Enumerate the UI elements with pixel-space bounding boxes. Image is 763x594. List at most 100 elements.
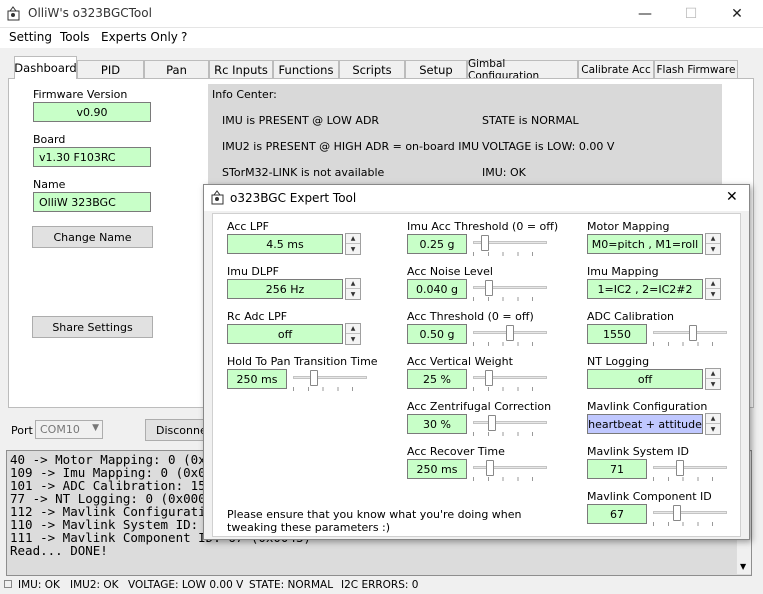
value-slider[interactable] bbox=[471, 369, 549, 391]
param-value[interactable]: 25 % bbox=[407, 369, 467, 389]
slider-thumb[interactable] bbox=[480, 235, 489, 251]
dialog-title-bar: o323BGC Expert Tool ✕ bbox=[204, 185, 749, 211]
menu-setting[interactable]: Setting bbox=[9, 30, 52, 44]
param-label: Mavlink Component ID bbox=[587, 490, 712, 503]
tab-functions[interactable]: Functions bbox=[273, 60, 339, 79]
status-state: STATE: NORMAL bbox=[249, 579, 334, 591]
tab-gimbal-configuration[interactable]: Gimbal Configuration bbox=[467, 58, 578, 82]
value-slider[interactable] bbox=[651, 459, 729, 481]
param-label: NT Logging bbox=[587, 355, 650, 368]
spin-down-icon[interactable]: ▼ bbox=[706, 289, 720, 299]
tab-pid[interactable]: PID bbox=[77, 60, 144, 79]
spin-down-icon[interactable]: ▼ bbox=[706, 379, 720, 389]
param-value[interactable]: 67 bbox=[587, 504, 647, 524]
spin-buttons[interactable]: ▲ ▼ bbox=[345, 323, 361, 345]
value-slider[interactable] bbox=[471, 234, 549, 256]
tab-setup[interactable]: Setup bbox=[405, 60, 467, 79]
console-line: Read... DONE! bbox=[10, 543, 108, 558]
tab-rc-inputs[interactable]: Rc Inputs bbox=[209, 60, 273, 79]
spin-buttons[interactable]: ▲ ▼ bbox=[345, 278, 361, 300]
spin-down-icon[interactable]: ▼ bbox=[706, 244, 720, 254]
slider-thumb[interactable] bbox=[487, 415, 496, 431]
slider-thumb[interactable] bbox=[689, 325, 698, 341]
param-value[interactable]: 250 ms bbox=[227, 369, 287, 389]
change-name-button[interactable]: Change Name bbox=[32, 226, 153, 248]
slider-thumb[interactable] bbox=[676, 460, 685, 476]
tab-dashboard[interactable]: Dashboard bbox=[14, 56, 77, 79]
spin-buttons[interactable]: ▲ ▼ bbox=[705, 233, 721, 255]
menu-tools[interactable]: Tools bbox=[60, 30, 90, 44]
param-value[interactable]: 0.50 g bbox=[407, 324, 467, 344]
title-bar: OlliW's o323BGCTool — ☐ ✕ bbox=[0, 0, 763, 28]
value-slider[interactable] bbox=[471, 459, 549, 481]
slider-thumb[interactable] bbox=[506, 325, 514, 341]
tab-calibrate-acc[interactable]: Calibrate Acc bbox=[578, 60, 654, 79]
spin-down-icon[interactable]: ▼ bbox=[346, 334, 360, 344]
status-bar: IMU: OK IMU2: OK VOLTAGE: LOW 0.00 V STA… bbox=[0, 578, 763, 594]
dialog-title: o323BGC Expert Tool bbox=[230, 191, 357, 205]
param-label: Mavlink System ID bbox=[587, 445, 689, 458]
slider-thumb[interactable] bbox=[672, 505, 681, 521]
spin-up-icon[interactable]: ▲ bbox=[346, 234, 360, 244]
close-button[interactable]: ✕ bbox=[714, 0, 760, 28]
param-value[interactable]: heartbeat + attitude bbox=[587, 414, 703, 434]
port-select[interactable]: COM10 ▼ bbox=[35, 420, 103, 439]
param-value[interactable]: off bbox=[587, 369, 703, 389]
param-value[interactable]: 71 bbox=[587, 459, 647, 479]
spin-up-icon[interactable]: ▲ bbox=[706, 279, 720, 289]
slider-thumb[interactable] bbox=[309, 370, 318, 386]
info-voltage: VOLTAGE is LOW: 0.00 V bbox=[482, 140, 615, 153]
value-slider[interactable] bbox=[651, 324, 729, 346]
maximize-button[interactable]: ☐ bbox=[668, 0, 714, 28]
name-value: OlliW 323BGC bbox=[33, 192, 151, 212]
param-value[interactable]: M0=pitch , M1=roll bbox=[587, 234, 703, 254]
spin-up-icon[interactable]: ▲ bbox=[346, 324, 360, 334]
spin-down-icon[interactable]: ▼ bbox=[346, 289, 360, 299]
value-slider[interactable] bbox=[651, 504, 729, 526]
param-value[interactable]: 0.040 g bbox=[407, 279, 467, 299]
spin-buttons[interactable]: ▲ ▼ bbox=[705, 368, 721, 390]
param-value[interactable]: 256 Hz bbox=[227, 279, 343, 299]
value-slider[interactable] bbox=[471, 324, 549, 346]
slider-thumb[interactable] bbox=[484, 370, 493, 386]
param-value[interactable]: 0.25 g bbox=[407, 234, 467, 254]
param-label: Imu Mapping bbox=[587, 265, 659, 278]
menu-help[interactable]: ? bbox=[181, 30, 187, 44]
scroll-down-icon[interactable]: ▼ bbox=[740, 562, 746, 571]
info-center: Info Center: IMU is PRESENT @ LOW ADR IM… bbox=[208, 84, 722, 194]
param-label: Acc Zentrifugal Correction bbox=[407, 400, 552, 413]
share-settings-button[interactable]: Share Settings bbox=[32, 316, 153, 338]
spin-up-icon[interactable]: ▲ bbox=[706, 369, 720, 379]
param-value[interactable]: off bbox=[227, 324, 343, 344]
slider-thumb[interactable] bbox=[484, 280, 493, 296]
param-value[interactable]: 1=IC2 , 2=IC2#2 bbox=[587, 279, 703, 299]
spin-buttons[interactable]: ▲ ▼ bbox=[705, 413, 721, 435]
spin-up-icon[interactable]: ▲ bbox=[706, 234, 720, 244]
firmware-label: Firmware Version bbox=[33, 88, 128, 101]
value-slider[interactable] bbox=[291, 369, 369, 391]
spin-up-icon[interactable]: ▲ bbox=[706, 414, 720, 424]
spin-buttons[interactable]: ▲ ▼ bbox=[345, 233, 361, 255]
spin-buttons[interactable]: ▲ ▼ bbox=[705, 278, 721, 300]
param-value[interactable]: 250 ms bbox=[407, 459, 467, 479]
param-label: Acc Recover Time bbox=[407, 445, 505, 458]
param-value[interactable]: 30 % bbox=[407, 414, 467, 434]
spin-up-icon[interactable]: ▲ bbox=[346, 279, 360, 289]
tab-flash-firmware[interactable]: Flash Firmware bbox=[654, 60, 738, 79]
value-slider[interactable] bbox=[471, 414, 549, 436]
dialog-note: Please ensure that you know what you're … bbox=[227, 508, 522, 534]
dialog-close-button[interactable]: ✕ bbox=[726, 189, 738, 205]
spin-down-icon[interactable]: ▼ bbox=[346, 244, 360, 254]
param-value[interactable]: 1550 bbox=[587, 324, 647, 344]
menu-experts-only[interactable]: Experts Only bbox=[101, 30, 178, 44]
tab-scripts[interactable]: Scripts bbox=[339, 60, 405, 79]
minimize-button[interactable]: — bbox=[622, 0, 668, 28]
port-label: Port bbox=[11, 424, 33, 437]
spin-down-icon[interactable]: ▼ bbox=[706, 424, 720, 434]
slider-thumb[interactable] bbox=[486, 460, 495, 476]
value-slider[interactable] bbox=[471, 279, 549, 301]
param-value[interactable]: 4.5 ms bbox=[227, 234, 343, 254]
tab-pan[interactable]: Pan bbox=[144, 60, 209, 79]
info-center-title: Info Center: bbox=[212, 88, 277, 101]
board-label: Board bbox=[33, 133, 66, 146]
